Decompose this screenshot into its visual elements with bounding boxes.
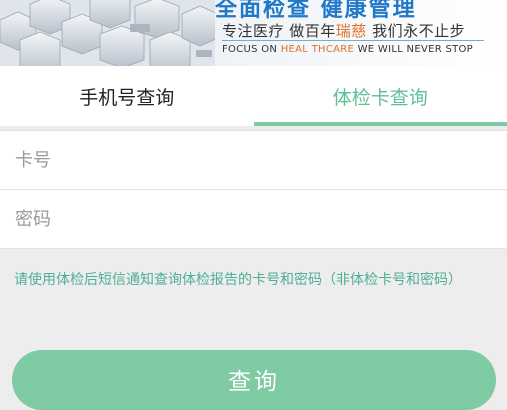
password-input[interactable] [0,190,495,248]
hexagon-cubes-graphic [0,0,215,66]
banner-divider [222,40,484,41]
banner-slogan-cn: 专注医疗 做百年瑞慈 我们永不止步 [222,20,465,41]
password-row [0,189,507,249]
top-banner: 全面检查 健康管理 专注医疗 做百年瑞慈 我们永不止步 FOCUS ON HEA… [0,0,507,66]
tab-phone-query[interactable]: 手机号查询 [0,66,254,126]
card-number-input[interactable] [0,131,495,189]
usage-note: 请使用体检后短信通知查询体检报告的卡号和密码（非体检卡号和密码） [14,268,496,293]
card-number-row [0,130,507,190]
query-button[interactable]: 查询 [12,350,496,410]
banner-slogan-en: FOCUS ON HEAL THCARE WE WILL NEVER STOP [222,44,473,55]
tab-card-query[interactable]: 体检卡查询 [254,66,507,126]
query-tabs: 手机号查询 体检卡查询 [0,66,507,126]
